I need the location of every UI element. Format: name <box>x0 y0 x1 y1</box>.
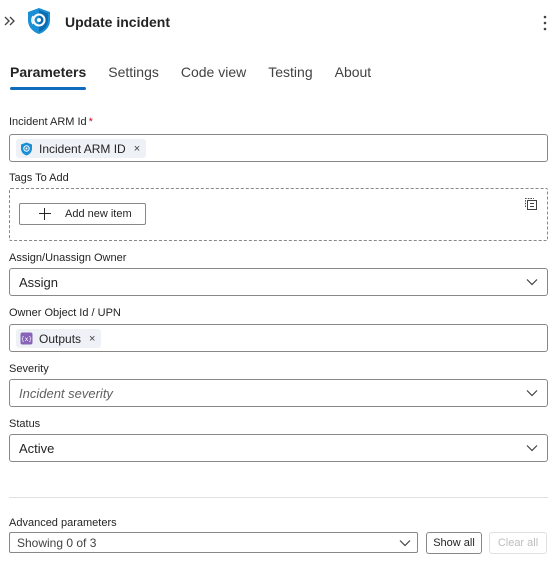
severity-dropdown[interactable]: Incident severity <box>9 379 548 407</box>
tab-bar: Parameters Settings Code view Testing Ab… <box>10 62 393 92</box>
required-mark: * <box>88 116 93 128</box>
incident-arm-id-token[interactable]: Incident ARM ID × <box>16 139 147 158</box>
advanced-parameters-dropdown[interactable]: Showing 0 of 3 <box>9 532 418 553</box>
advanced-parameters-value: Showing 0 of 3 <box>17 536 97 550</box>
remove-token-button[interactable]: × <box>134 143 140 155</box>
chevron-down-icon <box>399 540 411 547</box>
advanced-parameters-label: Advanced parameters <box>9 517 117 529</box>
more-vertical-icon[interactable] <box>540 14 550 32</box>
tab-testing[interactable]: Testing <box>268 62 312 90</box>
plus-icon <box>39 208 51 220</box>
assign-owner-label: Assign/Unassign Owner <box>9 252 127 264</box>
page-title: Update incident <box>65 14 171 30</box>
tab-settings[interactable]: Settings <box>108 62 159 90</box>
add-new-item-button[interactable]: Add new item <box>19 203 146 225</box>
incident-arm-id-label-text: Incident ARM Id <box>9 116 87 128</box>
sentinel-shield-icon <box>21 142 32 155</box>
sentinel-shield-icon <box>28 8 50 34</box>
assign-owner-dropdown[interactable]: Assign <box>9 268 548 296</box>
outputs-icon: {x} <box>20 332 33 345</box>
status-value: Active <box>19 441 55 456</box>
clear-all-button[interactable]: Clear all <box>489 532 547 554</box>
chevron-down-icon <box>526 390 538 397</box>
section-divider <box>9 497 548 498</box>
severity-placeholder: Incident severity <box>19 386 113 401</box>
show-all-button[interactable]: Show all <box>426 532 482 554</box>
incident-arm-id-label: Incident ARM Id * <box>9 116 93 128</box>
tags-to-add-label: Tags To Add <box>9 172 69 184</box>
token-label: Incident ARM ID <box>39 141 126 156</box>
chevron-down-icon <box>526 445 538 452</box>
status-label: Status <box>9 418 41 430</box>
array-toggle-icon[interactable] <box>523 196 539 212</box>
chevron-down-icon <box>526 279 538 286</box>
tab-about[interactable]: About <box>335 62 372 90</box>
tags-array-editor: Add new item <box>9 188 548 241</box>
status-dropdown[interactable]: Active <box>9 434 548 462</box>
panel-header: Update incident <box>0 0 551 44</box>
owner-object-id-field[interactable]: {x} Outputs × <box>9 324 548 352</box>
severity-label: Severity <box>9 363 49 375</box>
chevron-double-right-icon[interactable] <box>3 12 17 30</box>
assign-owner-value: Assign <box>19 275 59 290</box>
outputs-token[interactable]: {x} Outputs × <box>16 329 102 348</box>
add-new-item-label: Add new item <box>65 208 132 220</box>
tab-parameters[interactable]: Parameters <box>10 62 87 90</box>
incident-arm-id-field[interactable]: Incident ARM ID × <box>9 134 548 162</box>
remove-token-button[interactable]: × <box>89 333 95 345</box>
tab-code-view[interactable]: Code view <box>181 62 246 90</box>
owner-object-id-label: Owner Object Id / UPN <box>9 307 121 319</box>
svg-text:{x}: {x} <box>21 336 32 343</box>
token-label: Outputs <box>39 331 82 346</box>
